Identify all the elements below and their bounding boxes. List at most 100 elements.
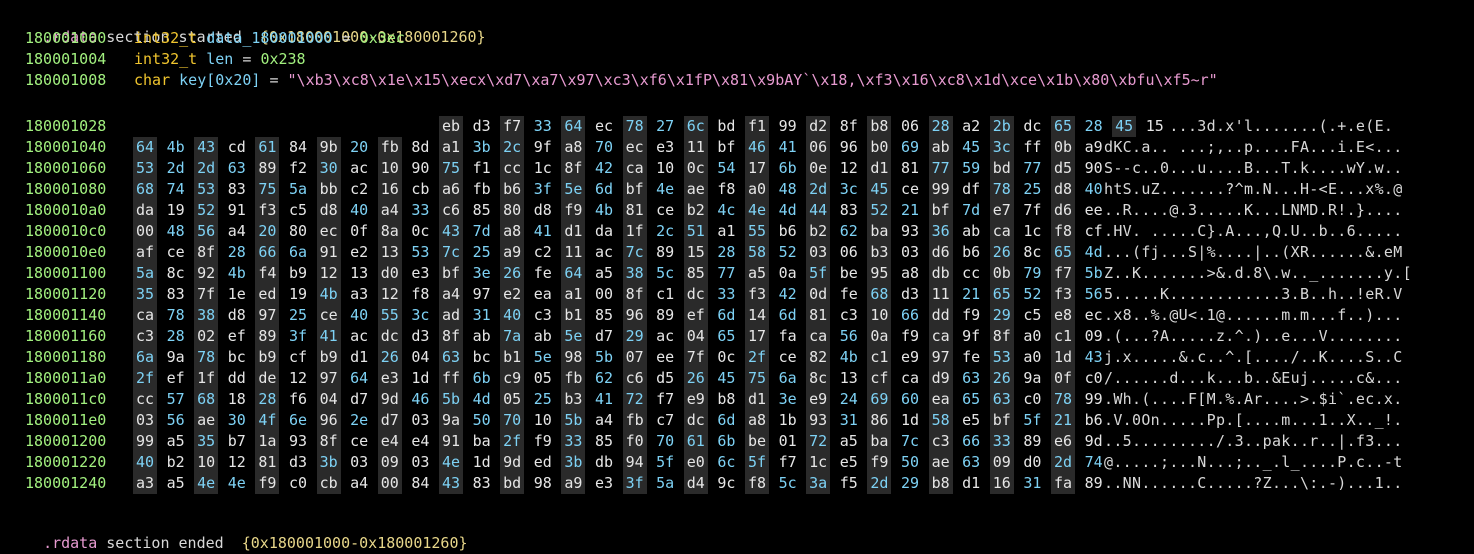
hex-byte[interactable]: d0 [1020,452,1044,473]
hex-byte[interactable]: 25 [1020,179,1044,200]
hex-byte[interactable]: 63 [959,452,983,473]
hex-byte[interactable]: 77 [1020,158,1044,179]
hex-byte[interactable]: 10 [377,158,402,179]
hex-byte[interactable]: fe [531,263,555,284]
hex-byte[interactable]: 31 [1020,473,1044,494]
hex-byte[interactable]: a0 [1020,347,1044,368]
hex-byte[interactable]: 4e [439,452,463,473]
hex-byte[interactable]: b6 [500,179,525,200]
hex-byte[interactable]: 89 [1082,473,1106,494]
hex-row-address[interactable]: 1800011a0 [25,368,106,389]
hex-byte[interactable]: f7 [1051,263,1075,284]
hex-byte[interactable]: 10 [194,452,219,473]
hex-byte[interactable]: 21 [1051,410,1075,431]
hex-byte[interactable]: 3e [470,263,494,284]
hex-byte[interactable]: f9 [255,473,280,494]
hex-row-address[interactable]: 180001140 [25,305,106,326]
hex-byte[interactable]: 8f [316,431,341,452]
hex-byte[interactable]: 04 [408,347,432,368]
decl-name[interactable]: key[0x20] [179,71,260,89]
hex-byte[interactable]: ca [133,305,157,326]
hex-byte[interactable]: db [928,263,953,284]
hex-byte[interactable]: 80 [500,200,525,221]
hex-byte[interactable]: 2f [500,431,525,452]
hex-byte[interactable]: df [959,179,983,200]
hex-byte[interactable]: a8 [561,137,586,158]
hex-byte[interactable]: 46 [745,137,769,158]
hex-byte[interactable]: d5 [653,368,677,389]
hex-byte[interactable]: 77 [928,158,953,179]
hex-byte[interactable]: d3 [898,284,922,305]
hex-byte[interactable]: 5a [286,179,310,200]
hex-byte[interactable]: 29 [622,326,647,347]
hex-byte[interactable]: 36 [928,221,953,242]
hex-byte[interactable]: 9f [959,326,983,347]
hex-byte[interactable]: 38 [622,263,647,284]
hex-byte[interactable]: 3f [622,473,647,494]
hex-row-address[interactable]: 180001028 [25,116,106,137]
hex-byte[interactable]: 63 [959,368,983,389]
hex-byte[interactable]: 30 [316,158,341,179]
hex-byte[interactable]: 66 [898,305,922,326]
hex-byte[interactable]: 19 [286,284,310,305]
hex-byte[interactable]: fb [561,368,586,389]
hex-byte[interactable]: 5e [561,326,586,347]
hex-byte[interactable]: 53 [989,347,1014,368]
hex-byte[interactable]: 20 [255,221,280,242]
hex-byte[interactable]: 00 [377,473,402,494]
hex-byte[interactable]: fa [776,326,800,347]
hex-byte[interactable]: ee [653,347,677,368]
hex-byte[interactable]: a5 [592,263,616,284]
hex-byte[interactable]: ca [622,158,647,179]
hex-byte[interactable]: 06 [806,137,831,158]
hex-row-address[interactable]: 180001180 [25,347,106,368]
hex-byte[interactable]: f3 [1051,284,1075,305]
hex-byte[interactable]: 3b [470,137,494,158]
hex-byte[interactable]: ef [164,368,188,389]
hex-byte[interactable]: 75 [255,179,280,200]
decl-type[interactable]: int32_t [134,29,197,47]
hex-byte[interactable]: 81 [806,305,831,326]
hex-byte[interactable]: 58 [928,410,953,431]
hex-byte[interactable]: 0a [776,263,800,284]
hex-byte[interactable]: 4b [164,137,188,158]
hex-byte[interactable]: 53 [408,242,432,263]
hex-byte[interactable]: b9 [286,263,310,284]
hex-byte[interactable]: c2 [531,242,555,263]
hex-byte[interactable]: 40 [347,200,371,221]
hex-byte[interactable]: 35 [194,431,219,452]
hex-byte[interactable]: 89 [1020,431,1044,452]
hex-byte[interactable]: b1 [561,305,586,326]
hex-byte[interactable]: 52 [776,242,800,263]
hex-byte[interactable]: cc [500,158,525,179]
hex-byte[interactable]: b9 [316,347,341,368]
hex-byte[interactable]: 26 [989,368,1014,389]
hex-byte[interactable]: 5e [531,347,555,368]
hex-byte[interactable]: 01 [776,431,800,452]
hex-byte[interactable]: c5 [1020,305,1044,326]
hex-byte[interactable]: 8f [194,242,219,263]
hex-byte[interactable]: fb [470,179,494,200]
hex-byte[interactable]: ed [531,452,555,473]
hex-byte[interactable]: 80 [286,221,310,242]
hex-byte[interactable]: 04 [316,389,341,410]
hex-byte[interactable]: 56 [194,221,219,242]
hex-byte[interactable]: fe [959,347,983,368]
hex-byte[interactable]: a1 [714,221,738,242]
hex-byte[interactable]: ac [653,326,677,347]
hex-byte[interactable]: d2 [806,116,831,137]
hex-byte[interactable]: 0b [1051,137,1075,158]
hex-byte[interactable]: 91 [225,200,249,221]
hex-byte[interactable]: 40 [500,305,525,326]
hex-byte[interactable]: ab [959,221,983,242]
hex-row-address[interactable]: 1800010c0 [25,221,106,242]
hex-byte[interactable]: 4b [837,347,861,368]
hex-byte[interactable]: 8c [1020,242,1044,263]
hex-byte[interactable]: 24 [837,389,861,410]
hex-byte[interactable]: 28 [928,116,953,137]
hex-byte[interactable]: 43 [1082,347,1106,368]
hex-byte[interactable]: c1 [1051,326,1075,347]
hex-byte[interactable]: de [255,368,280,389]
hex-byte[interactable]: 4e [225,473,249,494]
hex-byte[interactable]: 55 [745,221,769,242]
